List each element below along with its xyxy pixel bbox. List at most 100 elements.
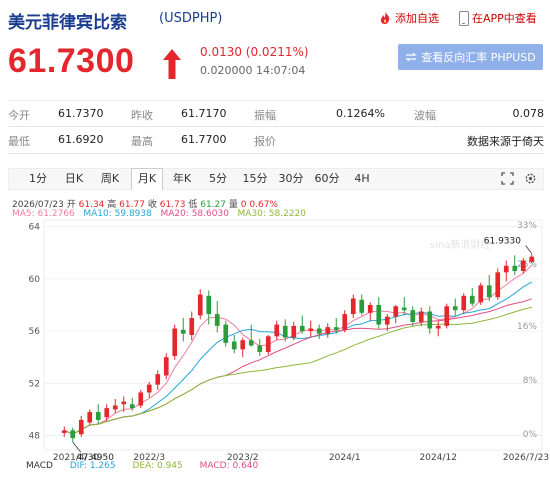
macd-value: MACD: 0.640 <box>199 461 259 471</box>
quote-value: 61.6920 <box>58 133 104 146</box>
candle-body <box>495 272 501 298</box>
tab-weekly[interactable]: 周K <box>95 169 125 189</box>
candle-body <box>427 311 433 329</box>
candle-body <box>384 316 390 325</box>
quote-label: 波幅 <box>414 109 436 122</box>
candle-body <box>180 329 186 334</box>
tab-yearly[interactable]: 年K <box>167 169 197 189</box>
candle-body <box>70 430 76 439</box>
y-tick-label: 64 <box>29 223 41 233</box>
tab-60min[interactable]: 60分 <box>311 169 343 189</box>
quote-row: 最低 61.6920 最高 61.7700 报价 数据来源于倚天 <box>8 127 544 154</box>
candle-body <box>172 328 178 356</box>
open-in-app-label: 在APP中查看 <box>472 12 537 25</box>
candle-body <box>163 357 169 376</box>
candlestick-chart[interactable]: 646056524833%25%16%8%0%2021/4/30 2022/3 20… <box>0 218 550 462</box>
candle-body <box>257 345 263 352</box>
candle-body <box>444 306 450 326</box>
x-tick-label: 2024/1 <box>329 453 361 462</box>
quote-value: 61.7700 <box>181 133 227 146</box>
candle-body <box>435 325 441 329</box>
candle-body <box>529 256 535 262</box>
candle-body <box>214 314 220 326</box>
fullscreen-icon[interactable] <box>501 172 514 185</box>
ma30-line <box>64 306 532 435</box>
open-in-app-button[interactable]: 在APP中查看 <box>459 10 537 26</box>
candle-body <box>393 306 399 317</box>
candle-body <box>478 285 484 303</box>
quote-value: 61.7370 <box>58 107 104 120</box>
tab-4h[interactable]: 4H <box>347 169 377 189</box>
settings-icon[interactable] <box>524 172 537 185</box>
quote-label: 最低 <box>8 135 30 148</box>
macd-legend: MACD DIF: 1.265 DEA: 0.945 MACD: 0.640 <box>26 461 272 471</box>
pct-tick-label: 25% <box>517 260 537 270</box>
tab-1min[interactable]: 1分 <box>23 169 53 189</box>
quote-table: 今开 61.7370 昨收 61.7170 振幅 0.1264% 波幅 0.07… <box>8 100 544 154</box>
candle-body <box>367 304 373 313</box>
fire-icon <box>380 12 390 24</box>
add-watchlist-button[interactable]: 添加自选 <box>378 10 439 26</box>
candle-body <box>129 404 135 409</box>
candle-body <box>223 324 229 343</box>
period-tabs: 1分 日K 周K 月K 年K 5分 15分 30分 60分 4H <box>8 168 544 190</box>
update-time: 0.020000 14:07:04 <box>200 64 306 77</box>
candle-body <box>146 384 152 393</box>
macd-dif: DIF: 1.265 <box>69 461 116 471</box>
candle-body <box>189 318 195 335</box>
tab-monthly[interactable]: 月K <box>131 168 163 190</box>
candle-body <box>248 340 254 346</box>
max-label: 61.9330 <box>484 237 521 247</box>
candle-body <box>78 419 84 435</box>
min-pointer <box>72 441 82 453</box>
quote-page: 美元菲律宾比索 (USDPHP) 添加自选 在APP中查看 61.7300 0.… <box>0 0 550 485</box>
candle-body <box>410 310 416 322</box>
page-title: 美元菲律宾比索 <box>8 13 127 33</box>
candle-body <box>469 295 475 304</box>
candle-body <box>401 307 407 311</box>
quote-label: 昨收 <box>131 109 153 122</box>
add-watchlist-label: 添加自选 <box>395 12 439 25</box>
quote-value: 数据来源于倚天 <box>467 135 544 148</box>
phone-icon <box>459 10 469 26</box>
swap-icon <box>405 52 417 62</box>
tab-30min[interactable]: 30分 <box>275 169 307 189</box>
candle-body <box>316 328 322 334</box>
quote-label: 报价 <box>254 135 276 148</box>
candle-body <box>274 324 280 337</box>
quote-value: 61.7170 <box>181 107 227 120</box>
y-tick-label: 60 <box>29 275 41 285</box>
price-change: 0.0130 (0.0211%) <box>200 45 309 59</box>
candle-body <box>452 306 458 311</box>
header: 美元菲律宾比索 (USDPHP) 添加自选 在APP中查看 <box>0 0 550 38</box>
candle-body <box>265 336 271 352</box>
pct-tick-label: 0% <box>523 430 538 440</box>
candle-body <box>512 265 518 272</box>
quote-row: 今开 61.7370 昨收 61.7170 振幅 0.1264% 波幅 0.07… <box>8 100 544 127</box>
y-tick-label: 52 <box>29 379 40 389</box>
candle-body <box>486 285 492 298</box>
pct-tick-label: 8% <box>523 376 538 386</box>
tab-15min[interactable]: 15分 <box>239 169 271 189</box>
tab-daily[interactable]: 日K <box>59 169 89 189</box>
candle-body <box>325 327 331 334</box>
y-tick-label: 48 <box>29 432 41 442</box>
quote-label: 振幅 <box>254 109 276 122</box>
max-pointer <box>525 245 533 254</box>
quote-label: 最高 <box>131 135 153 148</box>
reverse-rate-button[interactable]: 查看反向汇率 PHPUSD <box>398 44 543 70</box>
tab-5min[interactable]: 5分 <box>203 169 233 189</box>
candle-body <box>359 299 365 313</box>
candle-body <box>342 314 348 330</box>
candle-body <box>282 325 288 338</box>
candle-body <box>240 340 246 350</box>
macd-dea: DEA: 0.945 <box>132 461 183 471</box>
candle-body <box>95 412 101 420</box>
quote-value: 0.1264% <box>336 107 385 120</box>
quote-label: 今开 <box>8 109 30 122</box>
x-tick-label: 2026/7/23 <box>503 453 549 462</box>
candle-body <box>291 325 297 338</box>
current-price: 61.7300 <box>8 42 135 80</box>
candle-body <box>376 304 382 325</box>
symbol-code: (USDPHP) <box>159 11 223 26</box>
